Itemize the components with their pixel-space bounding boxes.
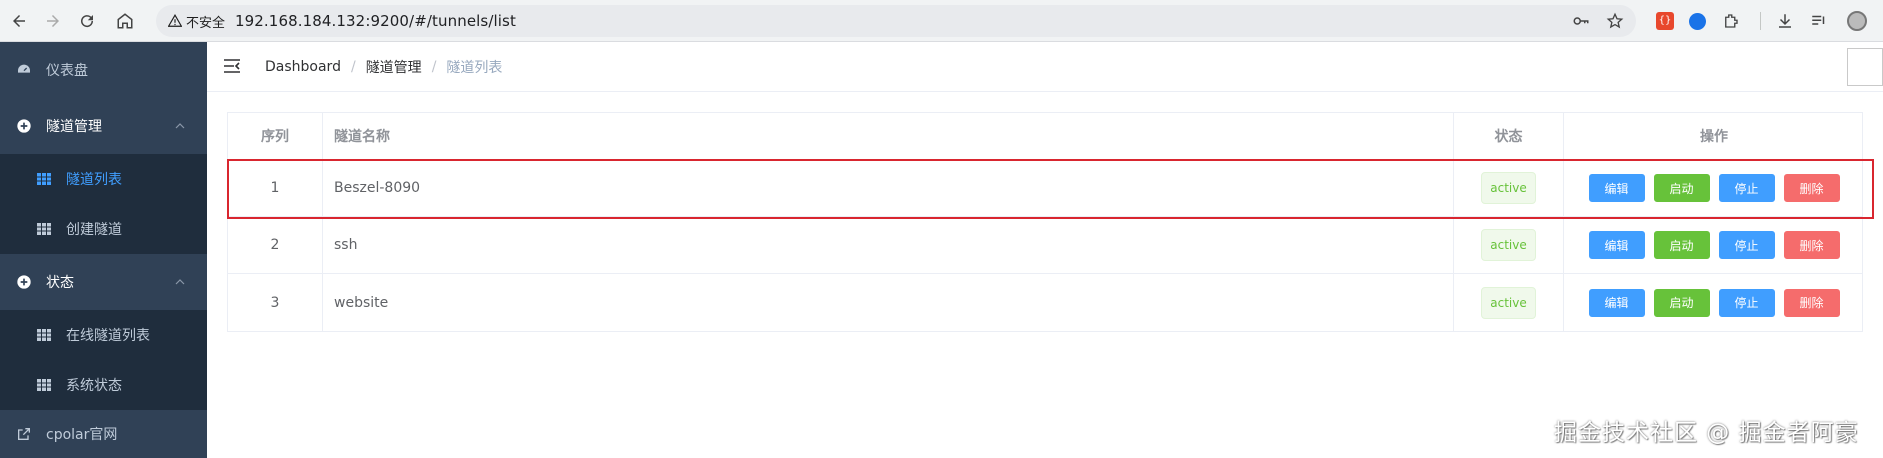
stop-button[interactable]: 停止 — [1718, 288, 1775, 317]
watermark: 掘金技术社区 @ 掘金者阿豪 — [1554, 420, 1859, 446]
status-badge: active — [1481, 172, 1536, 204]
tunnel-name: Beszel-8090 — [323, 160, 1454, 216]
breadcrumb-separator: / — [350, 59, 356, 75]
tunnel-name: website — [323, 274, 1454, 331]
sidebar-item-label: 隧道列表 — [66, 172, 122, 188]
star-icon[interactable] — [1606, 12, 1624, 30]
row-index: 3 — [228, 274, 323, 331]
navbar: Dashboard / 隧道管理 / 隧道列表 — [207, 42, 1883, 92]
home-button[interactable] — [110, 6, 140, 36]
sidebar-item-tunnel-list[interactable]: 隧道列表 — [0, 154, 207, 204]
actions-cell: 编辑 启动 停止 删除 — [1564, 274, 1864, 331]
stop-button[interactable]: 停止 — [1718, 174, 1775, 202]
sidebar-item-cpolar-website[interactable]: cpolar官网 — [0, 410, 207, 458]
sidebar-item-online-tunnels[interactable]: 在线隧道列表 — [0, 310, 207, 360]
reading-list-icon[interactable] — [1808, 10, 1830, 32]
row-index: 1 — [228, 160, 323, 216]
column-header-index: 序列 — [228, 113, 323, 159]
column-header-status: 状态 — [1454, 113, 1564, 159]
status-cell: active — [1454, 160, 1564, 216]
breadcrumb-separator: / — [431, 59, 437, 75]
security-label: 不安全 — [186, 15, 226, 31]
actions-cell: 编辑 启动 停止 删除 — [1564, 217, 1864, 273]
start-button[interactable]: 启动 — [1653, 231, 1710, 259]
extensions-puzzle-icon[interactable] — [1720, 10, 1742, 32]
table-row: 2 ssh active 编辑 启动 停止 删除 — [228, 217, 1862, 274]
sidebar-item-system-status[interactable]: 系统状态 — [0, 360, 207, 410]
reload-button[interactable] — [72, 6, 102, 36]
breadcrumb: Dashboard / 隧道管理 / 隧道列表 — [265, 57, 502, 77]
grid-icon — [37, 173, 51, 185]
actions-cell: 编辑 启动 停止 删除 — [1564, 160, 1864, 216]
home-icon — [117, 13, 133, 29]
sidebar-item-label: 系统状态 — [66, 378, 122, 394]
sidebar-item-dashboard[interactable]: 仪表盘 — [0, 42, 207, 98]
edit-button[interactable]: 编辑 — [1588, 288, 1645, 317]
toolbar-divider — [1760, 12, 1761, 30]
tunnel-table: 序列 隧道名称 状态 操作 1 Beszel-8090 active 编辑 启动… — [227, 112, 1863, 332]
sidebar-item-label: 创建隧道 — [66, 222, 122, 238]
reload-icon — [81, 15, 94, 28]
sidebar-item-label: 仪表盘 — [46, 63, 88, 79]
back-button[interactable] — [4, 6, 34, 36]
grid-icon — [37, 329, 51, 341]
extension-red-icon[interactable]: {} — [1654, 10, 1676, 32]
address-bar[interactable]: 不安全 192.168.184.132:9200/#/tunnels/list — [156, 5, 1636, 37]
column-header-actions: 操作 — [1700, 129, 1728, 145]
grid-icon — [37, 223, 51, 235]
hamburger-icon[interactable] — [223, 57, 241, 75]
external-link-icon — [18, 428, 30, 440]
table-row: 1 Beszel-8090 active 编辑 启动 停止 删除 — [228, 160, 1862, 217]
sidebar-item-tunnel-management[interactable]: 隧道管理 — [0, 98, 207, 154]
security-chip[interactable]: 不安全 — [164, 10, 229, 32]
key-icon[interactable] — [1572, 12, 1590, 30]
edit-button[interactable]: 编辑 — [1588, 174, 1645, 202]
delete-button[interactable]: 删除 — [1783, 174, 1840, 202]
row-index: 2 — [228, 217, 323, 273]
sidebar-item-label: 隧道管理 — [46, 119, 102, 135]
sidebar-item-label: 状态 — [46, 275, 74, 291]
warning-icon — [168, 14, 182, 27]
sidebar: 仪表盘 隧道管理 隧道列表 创建隧道 状态 在线隧道列表 系统状态 cpolar… — [0, 42, 207, 458]
table-row: 3 website active 编辑 启动 停止 删除 — [228, 274, 1862, 331]
download-icon[interactable] — [1774, 10, 1796, 32]
breadcrumb-item-tunnel-management: 隧道管理 — [365, 60, 422, 76]
status-badge: active — [1481, 229, 1536, 261]
status-badge: active — [1481, 286, 1536, 319]
sidebar-item-label: 在线隧道列表 — [66, 328, 150, 344]
breadcrumb-item-current: 隧道列表 — [446, 60, 503, 76]
stop-button[interactable]: 停止 — [1718, 231, 1775, 259]
edit-button[interactable]: 编辑 — [1588, 231, 1645, 259]
profile-icon[interactable] — [1846, 10, 1868, 32]
sidebar-item-create-tunnel[interactable]: 创建隧道 — [0, 204, 207, 254]
column-header-name: 隧道名称 — [323, 113, 1454, 159]
delete-button[interactable]: 删除 — [1783, 288, 1840, 317]
chevron-up-icon — [175, 123, 185, 129]
breadcrumb-item-dashboard[interactable]: Dashboard — [265, 59, 341, 75]
table-header-row: 序列 隧道名称 状态 操作 — [228, 113, 1862, 160]
dashboard-icon — [18, 64, 30, 73]
chevron-up-icon — [175, 279, 185, 285]
url-text[interactable]: 192.168.184.132:9200/#/tunnels/list — [235, 12, 516, 30]
sidebar-item-label: cpolar官网 — [46, 427, 118, 443]
start-button[interactable]: 启动 — [1653, 174, 1710, 202]
start-button[interactable]: 启动 — [1653, 288, 1710, 317]
tunnel-name: ssh — [323, 217, 1454, 273]
sidebar-item-status[interactable]: 状态 — [0, 254, 207, 310]
plus-circle-icon — [17, 119, 31, 133]
delete-button[interactable]: 删除 — [1783, 231, 1840, 259]
forward-button[interactable] — [38, 6, 68, 36]
arrow-left-icon — [13, 15, 25, 27]
status-cell: active — [1454, 274, 1564, 331]
plus-circle-icon — [17, 275, 31, 289]
browser-toolbar: 不安全 192.168.184.132:9200/#/tunnels/list … — [0, 0, 1883, 42]
arrow-right-icon — [47, 15, 59, 27]
avatar[interactable] — [1847, 48, 1883, 86]
grid-icon — [37, 379, 51, 391]
extension-blue-icon[interactable] — [1686, 10, 1708, 32]
status-cell: active — [1454, 217, 1564, 273]
